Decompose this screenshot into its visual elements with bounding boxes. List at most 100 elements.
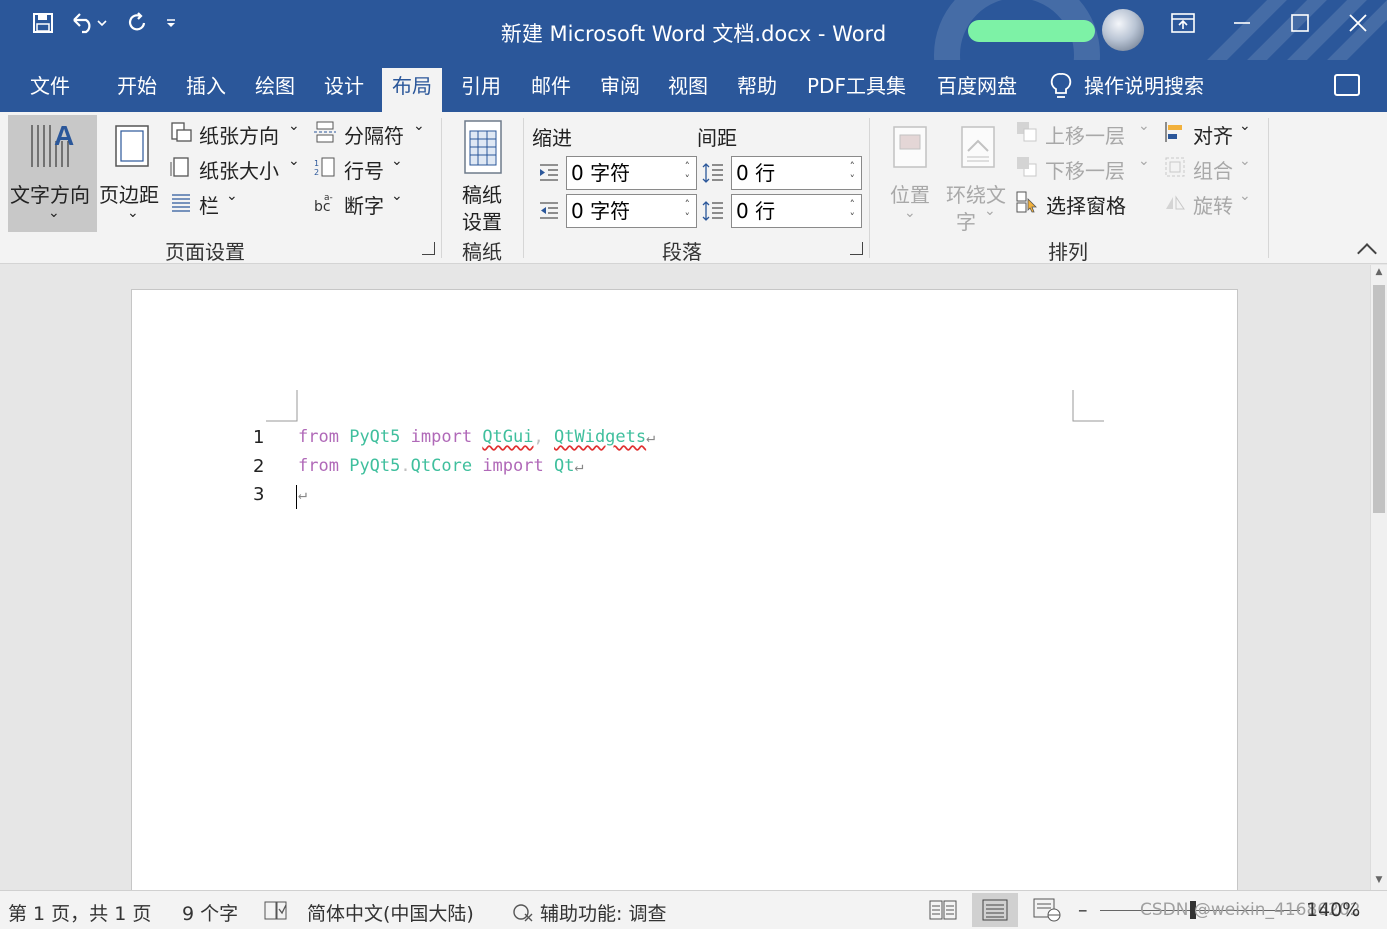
proofing-icon[interactable] (264, 901, 288, 921)
spacing-after-input[interactable]: 0 行 ˄ ˅ (731, 194, 862, 228)
tab-view[interactable]: 视图 (658, 70, 718, 112)
columns-button[interactable]: 栏 ⌄ (170, 188, 250, 218)
zoom-out-button[interactable]: – (1078, 899, 1088, 921)
spacing-after-value: 0 行 (736, 199, 776, 223)
send-backward-label: 下移一层 (1045, 159, 1125, 183)
text-direction-button[interactable]: A 文字方向 ⌄ (8, 115, 97, 232)
chevron-down-icon: ⌄ (1239, 153, 1251, 169)
tab-mailings[interactable]: 邮件 (521, 70, 581, 112)
rotate-label: 旋转 (1193, 194, 1233, 218)
bring-forward-button[interactable]: 上移一层 ⌄ (1016, 118, 1156, 148)
code-line-2[interactable]: from PyQt5.QtCore import Qt↵ (298, 456, 584, 476)
group-icon (1165, 157, 1185, 177)
spacing-before-input[interactable]: 0 行 ˄ ˅ (731, 156, 862, 190)
scroll-down-icon[interactable]: ▼ (1374, 875, 1384, 887)
chevron-down-icon: ⌄ (984, 203, 996, 219)
ribbon-display-icon[interactable] (1163, 8, 1203, 38)
zoom-level[interactable]: 140% (1306, 899, 1360, 921)
spin-up-icon[interactable]: ˄ (685, 199, 691, 211)
keyword: import (410, 427, 473, 447)
line-number: 3 (253, 484, 265, 505)
tab-help[interactable]: 帮助 (727, 70, 787, 112)
collapse-ribbon-icon[interactable] (1357, 243, 1377, 263)
comments-icon[interactable] (1334, 74, 1360, 96)
selection-pane-button[interactable]: 选择窗格 (1016, 190, 1136, 218)
line-numbers-button[interactable]: 12 行号 ⌄ (314, 153, 414, 183)
vertical-scrollbar[interactable]: ▲ ▼ (1370, 265, 1387, 890)
word-count[interactable]: 9 个字 (182, 899, 238, 926)
avatar[interactable] (1102, 9, 1144, 51)
tell-me-search[interactable]: 操作说明搜索 (1050, 70, 1204, 102)
indent-right-input[interactable]: 0 字符 ˄ ˅ (566, 194, 697, 228)
accessibility-status[interactable]: 辅助功能: 调查 (540, 899, 666, 926)
breaks-button[interactable]: 分隔符 ⌄ (314, 118, 432, 148)
tab-review[interactable]: 审阅 (590, 70, 650, 112)
page-setup-launcher-icon[interactable] (422, 242, 435, 255)
margins-button[interactable]: 页边距 ⌄ (99, 115, 165, 232)
tab-home[interactable]: 开始 (107, 70, 167, 112)
indent-left-icon (540, 164, 558, 181)
columns-icon (172, 194, 190, 212)
text-direction-label: 文字方向 (10, 183, 90, 207)
hyphenation-button[interactable]: bc a- 断字 ⌄ (314, 188, 414, 218)
code-line-3[interactable]: ↵ (298, 484, 307, 504)
spin-down-icon[interactable]: ˅ (685, 174, 691, 186)
tab-file[interactable]: 文件 (20, 70, 80, 112)
align-button[interactable]: 对齐 ⌄ (1164, 118, 1256, 148)
position-button[interactable]: 位置 ⌄ (884, 115, 938, 232)
orientation-button[interactable]: 纸张方向 ⌄ (170, 118, 305, 148)
line-number: 1 (253, 427, 265, 448)
group-button[interactable]: 组合 ⌄ (1164, 153, 1256, 183)
read-mode-view-icon[interactable] (920, 893, 966, 927)
paragraph-launcher-icon[interactable] (850, 242, 863, 255)
group-separator (441, 118, 442, 258)
svg-text:2: 2 (314, 168, 319, 177)
draft-paper-settings-button[interactable]: 稿纸 设置 (450, 115, 516, 234)
maximize-icon[interactable] (1280, 8, 1320, 38)
tab-draw[interactable]: 绘图 (245, 70, 305, 112)
module-name: PyQt5 (349, 456, 401, 476)
paper-size-icon (170, 157, 189, 177)
tab-design[interactable]: 设计 (314, 70, 374, 112)
scroll-up-icon[interactable]: ▲ (1374, 267, 1384, 279)
page-count[interactable]: 第 1 页，共 1 页 (8, 899, 151, 926)
indent-left-input[interactable]: 0 字符 ˄ ˅ (566, 156, 697, 190)
tab-layout[interactable]: 布局 (382, 68, 442, 112)
spin-down-icon[interactable]: ˅ (685, 212, 691, 224)
tab-pdf-tools[interactable]: PDF工具集 (797, 70, 916, 112)
accessibility-icon[interactable] (512, 901, 534, 923)
web-layout-view-icon[interactable] (1024, 893, 1070, 927)
print-layout-view-icon[interactable] (972, 893, 1018, 927)
tab-references[interactable]: 引用 (451, 70, 511, 112)
spin-down-icon[interactable]: ˅ (850, 174, 856, 186)
code-line-1[interactable]: from PyQt5 import QtGui, QtWidgets↵ (298, 427, 655, 447)
chevron-down-icon: ⌄ (288, 153, 300, 169)
hyphenation-icon: bca- (314, 193, 333, 213)
account-name-pill[interactable] (968, 20, 1095, 42)
language[interactable]: 简体中文(中国大陆) (307, 899, 474, 926)
tab-baidu-netdisk[interactable]: 百度网盘 (927, 70, 1027, 112)
document-page[interactable]: 1 2 3 from PyQt5 import QtGui, QtWidgets… (131, 289, 1238, 890)
spin-down-icon[interactable]: ˅ (850, 212, 856, 224)
spin-up-icon[interactable]: ˄ (850, 199, 856, 211)
line-number: 2 (253, 456, 265, 477)
scrollbar-thumb[interactable] (1373, 285, 1385, 513)
chevron-down-icon: ⌄ (413, 118, 425, 134)
wrap-text-button[interactable]: 环绕文 字 ⌄ (944, 115, 1012, 234)
close-icon[interactable] (1338, 8, 1378, 38)
size-button[interactable]: 纸张大小 ⌄ (170, 153, 305, 183)
spin-up-icon[interactable]: ˄ (850, 161, 856, 173)
minimize-icon[interactable] (1222, 8, 1262, 38)
crop-mark-top-left (266, 390, 298, 422)
rotate-button[interactable]: 旋转 ⌄ (1164, 188, 1256, 218)
indent-right-icon (540, 202, 558, 219)
breaks-label: 分隔符 (344, 124, 404, 148)
spin-up-icon[interactable]: ˄ (685, 161, 691, 173)
text-cursor (296, 485, 297, 509)
draft-paper-button-line2: 设置 (462, 210, 502, 234)
chevron-down-icon: ⌄ (1138, 153, 1150, 169)
send-backward-button[interactable]: 下移一层 ⌄ (1016, 153, 1156, 183)
module-name: QtWidgets (554, 427, 647, 447)
spacing-title: 间距 (697, 126, 737, 150)
tab-insert[interactable]: 插入 (176, 70, 236, 112)
